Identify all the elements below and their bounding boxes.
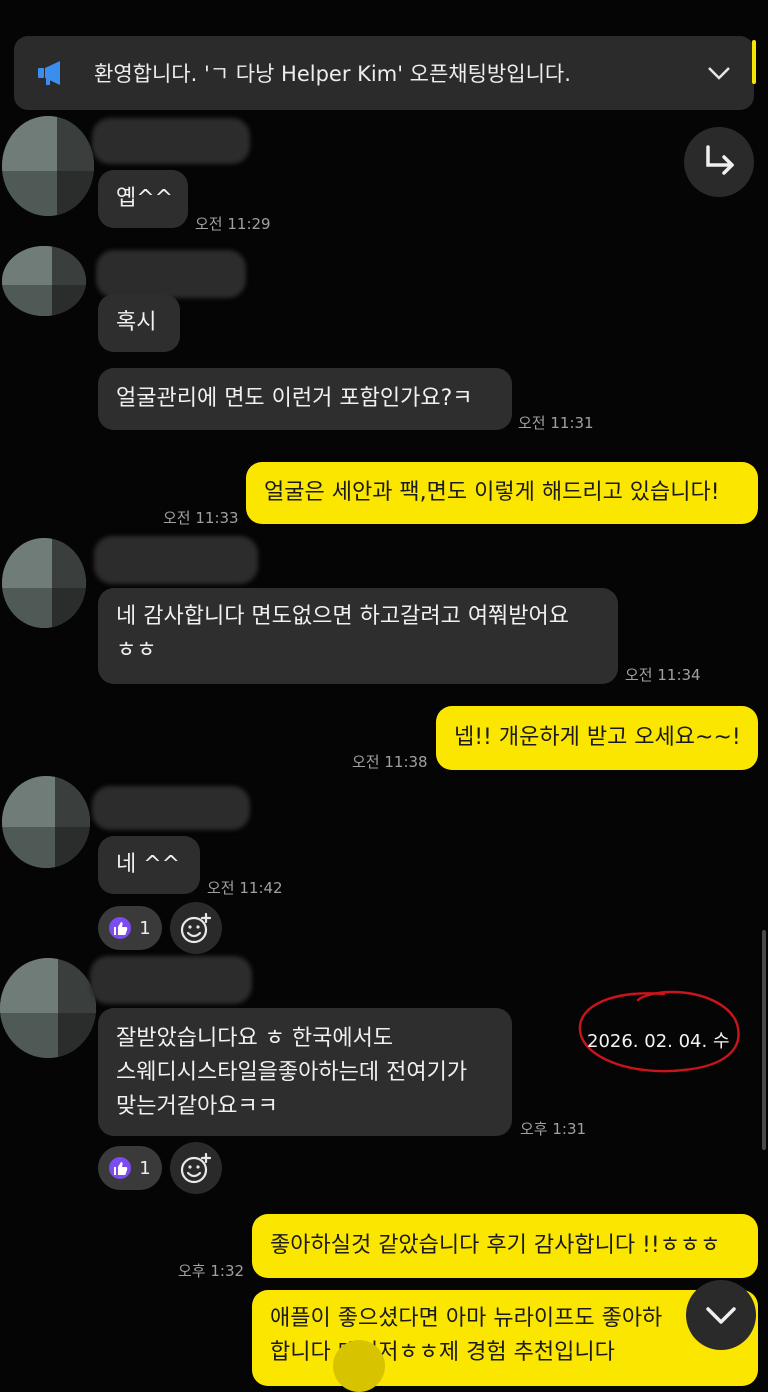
sender-name-blurred bbox=[92, 786, 250, 830]
reaction-chip[interactable]: 1 bbox=[98, 906, 162, 950]
message-text-line: ㅎㅎ bbox=[116, 638, 157, 663]
my-message-bubble[interactable]: 넵!! 개운하게 받고 오세요~~! bbox=[436, 706, 758, 770]
my-message-bubble[interactable]: 좋아하실것 같았습니다 후기 감사합니다 !!ㅎㅎㅎ bbox=[252, 1214, 758, 1278]
avatar[interactable] bbox=[2, 538, 86, 628]
message-text: 혹시 bbox=[116, 310, 157, 335]
add-reaction-button[interactable] bbox=[170, 1142, 222, 1194]
message-bubble[interactable]: 잘받았습니다요 ㅎ 한국에서도 스웨디시스타일을좋아하는데 전여기가 맞는거같아… bbox=[98, 1008, 512, 1136]
message-bubble[interactable]: 네 ^^ bbox=[98, 836, 200, 894]
date-annotation: 2026. 02. 04. 수 bbox=[587, 1031, 730, 1052]
thumbs-up-icon bbox=[109, 1157, 132, 1179]
message-text: 얼굴은 세안과 팩,면도 이렇게 해드리고 있습니다! bbox=[264, 480, 720, 505]
floating-thumb-overlay bbox=[333, 1340, 385, 1392]
message-bubble[interactable]: 네 감사합니다 면도없으면 하고갈려고 여쭤받어요 ㅎㅎ bbox=[98, 588, 618, 684]
message-text: 옙^^ bbox=[116, 186, 174, 211]
sender-name-blurred bbox=[92, 118, 250, 164]
message-bubble[interactable]: 옙^^ bbox=[98, 170, 188, 228]
reaction-chip[interactable]: 1 bbox=[98, 1146, 162, 1190]
message-time: 오전 11:33 bbox=[163, 509, 239, 527]
forward-arrow-icon bbox=[706, 145, 734, 175]
notice-banner[interactable]: 환영합니다. 'ㄱ 다낭 Helper Kim' 오픈채팅방입니다. bbox=[14, 36, 754, 110]
avatar[interactable] bbox=[2, 246, 86, 316]
sender-name-blurred bbox=[90, 956, 252, 1004]
reaction-count: 1 bbox=[139, 917, 151, 939]
message-text-line: 스웨디시스타일을좋아하는데 전여기가 bbox=[116, 1060, 468, 1085]
scrollbar[interactable] bbox=[762, 930, 766, 1150]
avatar[interactable] bbox=[2, 776, 90, 868]
message-text: 얼굴관리에 면도 이런거 포함인가요?ㅋ bbox=[116, 386, 473, 411]
message-text: 네 ^^ bbox=[116, 852, 181, 877]
scroll-to-bottom-button[interactable] bbox=[686, 1280, 756, 1350]
sender-name-blurred bbox=[96, 250, 246, 298]
message-text-line: 맞는거같아요ㅋㅋ bbox=[116, 1094, 278, 1119]
avatar[interactable] bbox=[0, 958, 96, 1058]
side-accent bbox=[752, 40, 756, 84]
message-text-line: 애플이 좋으셨다면 아마 뉴라이프도 좋아하 bbox=[270, 1306, 663, 1331]
thumbs-up-icon bbox=[109, 917, 132, 939]
message-time: 오전 11:31 bbox=[518, 414, 594, 432]
share-button[interactable] bbox=[684, 127, 754, 197]
message-time: 오후 1:32 bbox=[178, 1262, 245, 1280]
megaphone-icon bbox=[38, 61, 60, 85]
message-time: 오후 1:31 bbox=[520, 1120, 587, 1138]
chevron-down-icon[interactable] bbox=[706, 60, 732, 86]
my-message-bubble[interactable]: 얼굴은 세안과 팩,면도 이렇게 해드리고 있습니다! bbox=[246, 462, 758, 524]
chevron-down-icon bbox=[706, 1307, 736, 1324]
message-text: 좋아하실것 같았습니다 후기 감사합니다 !!ㅎㅎㅎ bbox=[270, 1233, 721, 1258]
reaction-count: 1 bbox=[139, 1157, 151, 1179]
message-time: 오전 11:34 bbox=[625, 666, 701, 684]
add-reaction-button[interactable] bbox=[170, 902, 222, 954]
message-time: 오전 11:38 bbox=[352, 753, 428, 771]
avatar[interactable] bbox=[2, 116, 94, 216]
message-text: 넵!! 개운하게 받고 오세요~~! bbox=[454, 725, 741, 750]
sender-name-blurred bbox=[94, 536, 258, 584]
message-text-line: 네 감사합니다 면도없으면 하고갈려고 여쭤받어요 bbox=[116, 604, 570, 629]
message-bubble[interactable]: 얼굴관리에 면도 이런거 포함인가요?ㅋ bbox=[98, 368, 512, 430]
message-time: 오전 11:42 bbox=[207, 879, 283, 897]
smiley-plus-icon bbox=[180, 1152, 212, 1184]
my-message-bubble[interactable]: 애플이 좋으셨다면 아마 뉴라이프도 좋아하 합니다 매니저ㅎㅎ제 경험 추천입… bbox=[252, 1290, 758, 1386]
notice-text: 환영합니다. 'ㄱ 다낭 Helper Kim' 오픈채팅방입니다. bbox=[94, 62, 571, 86]
message-text-line: 잘받았습니다요 ㅎ 한국에서도 bbox=[116, 1026, 394, 1051]
message-time: 오전 11:29 bbox=[195, 215, 271, 233]
message-bubble[interactable]: 혹시 bbox=[98, 294, 180, 352]
smiley-plus-icon bbox=[180, 912, 212, 944]
